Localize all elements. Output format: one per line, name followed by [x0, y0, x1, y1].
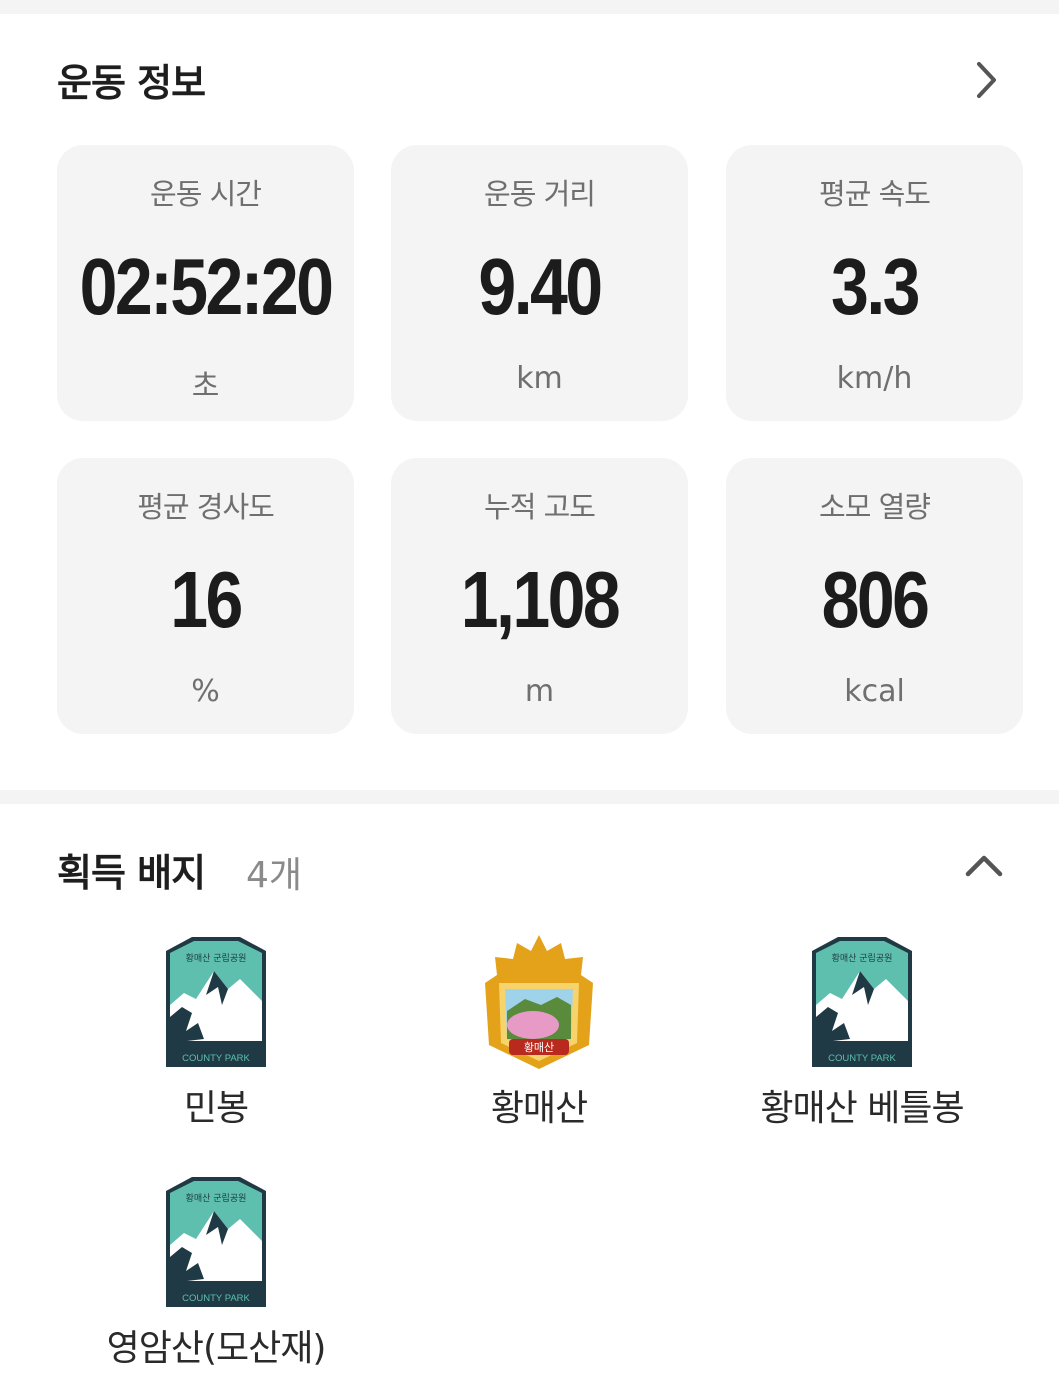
- stat-unit: m: [524, 674, 555, 709]
- badge-item[interactable]: COUNTY PARK 황매산 군립공원 영암산(모산재): [56, 1175, 376, 1371]
- badges-title: 획득 배지: [57, 851, 206, 895]
- stat-card-calories: 소모 열량 806 kcal: [726, 458, 1023, 734]
- county-park-badge-icon: COUNTY PARK 황매산 군립공원: [166, 937, 266, 1067]
- stat-card-duration: 운동 시간 02:52:20 초: [57, 145, 354, 421]
- stat-value: 16: [170, 555, 243, 644]
- badge-item[interactable]: 황매산 황매산: [379, 935, 699, 1131]
- stat-unit: km: [516, 361, 563, 396]
- stat-label: 운동 거리: [484, 177, 596, 211]
- badge-name: 민봉: [183, 1088, 249, 1129]
- top-separator: [0, 0, 1059, 14]
- stat-value: 1,108: [460, 555, 621, 644]
- stat-label: 평균 속도: [819, 177, 931, 211]
- svg-text:COUNTY PARK: COUNTY PARK: [182, 1053, 250, 1064]
- county-park-badge-icon: COUNTY PARK 황매산 군립공원: [166, 1177, 266, 1307]
- chevron-right-icon[interactable]: [966, 60, 1006, 100]
- stat-card-distance: 운동 거리 9.40 km: [391, 145, 688, 421]
- county-park-badge-icon: COUNTY PARK 황매산 군립공원: [812, 937, 912, 1067]
- stat-card-elevation-gain: 누적 고도 1,108 m: [391, 458, 688, 734]
- stat-value: 3.3: [831, 242, 920, 331]
- badge-name: 황매산: [490, 1088, 588, 1129]
- golden-mountain-badge-icon: 황매산: [485, 935, 593, 1069]
- svg-text:황매산 군립공원: 황매산 군립공원: [186, 1193, 247, 1204]
- svg-text:황매산 군립공원: 황매산 군립공원: [186, 953, 247, 964]
- chevron-up-icon[interactable]: [962, 848, 1006, 884]
- svg-text:황매산 군립공원: 황매산 군립공원: [832, 953, 893, 964]
- stat-label: 운동 시간: [150, 177, 262, 211]
- stat-unit: kcal: [844, 674, 905, 709]
- badge-item[interactable]: COUNTY PARK 황매산 군립공원 민봉: [56, 935, 376, 1131]
- svg-text:COUNTY PARK: COUNTY PARK: [828, 1053, 896, 1064]
- svg-text:COUNTY PARK: COUNTY PARK: [182, 1293, 250, 1304]
- stat-label: 소모 열량: [819, 490, 931, 524]
- stat-value: 806: [821, 555, 930, 644]
- badge-name: 영암산(모산재): [106, 1328, 327, 1369]
- stat-label: 누적 고도: [484, 490, 596, 524]
- stat-unit: %: [191, 674, 220, 709]
- badge-name: 황매산 베틀봉: [760, 1088, 964, 1129]
- svg-text:황매산: 황매산: [524, 1041, 554, 1054]
- stat-card-avg-slope: 평균 경사도 16 %: [57, 458, 354, 734]
- section-divider: [0, 790, 1059, 804]
- stat-unit: km/h: [836, 361, 913, 396]
- stat-value: 02:52:20: [79, 242, 334, 331]
- badge-item[interactable]: COUNTY PARK 황매산 군립공원 황매산 베틀봉: [702, 935, 1022, 1131]
- stat-card-avg-speed: 평균 속도 3.3 km/h: [726, 145, 1023, 421]
- stat-label: 평균 경사도: [137, 490, 275, 524]
- stat-unit: 초: [191, 369, 220, 404]
- stat-value: 9.40: [478, 242, 603, 331]
- badges-count: 4개: [246, 855, 303, 896]
- workout-info-title: 운동 정보: [57, 61, 206, 105]
